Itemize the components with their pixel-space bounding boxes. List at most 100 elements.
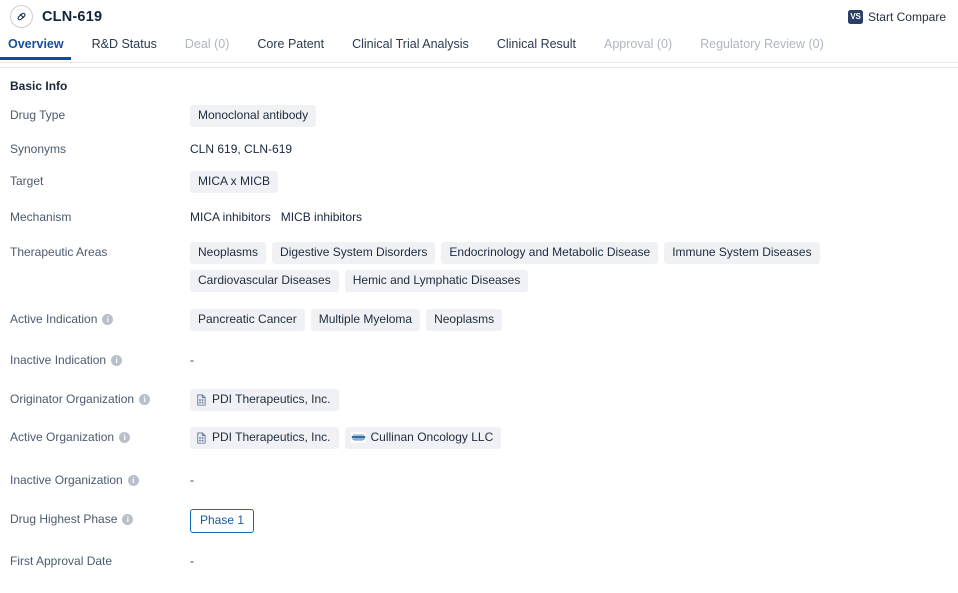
info-icon[interactable]: i [122,514,134,525]
synonyms-text: CLN 619, CLN-619 [190,142,293,156]
header-left-group: CLN-619 [10,5,102,28]
page-header: CLN-619 VS Start Compare [0,0,958,33]
tab-rd-status[interactable]: R&D Status [92,33,157,60]
empty-value: - [190,554,194,568]
label-text: Drug Type [10,108,66,122]
label-active-organization: Active Organization i [10,427,190,445]
tag-active-indication[interactable]: Pancreatic Cancer [190,309,305,331]
value-drug-type: Monoclonal antibody [190,105,958,127]
label-drug-highest-phase: Drug Highest Phase i [10,509,190,527]
label-target: Target [10,171,190,189]
tag-therapeutic-area[interactable]: Immune System Diseases [664,242,820,264]
value-originator-organization: PDI Therapeutics, Inc. [190,389,958,411]
building-doc-icon [197,431,206,444]
tag-active-indication[interactable]: Multiple Myeloma [310,309,421,331]
row-therapeutic-areas: Therapeutic Areas Neoplasms Digestive Sy… [0,242,958,292]
org-chip-cullinan-oncology[interactable]: Cullinan Oncology LLC [344,427,502,449]
label-mechanism: Mechanism [10,207,190,225]
value-inactive-indication: - [190,350,958,367]
start-compare-button[interactable]: VS Start Compare [847,9,946,24]
label-text: Active Organization [10,430,115,444]
row-first-approval-date: First Approval Date - [0,551,958,569]
empty-value: - [190,353,194,367]
label-text: First Approval Date [10,554,113,568]
label-text: Inactive Indication [10,353,107,367]
mechanism-list: MICA inhibitors MICB inhibitors [190,207,362,225]
company-logo-icon [350,432,366,443]
section-title-basic-info: Basic Info [10,79,68,93]
tab-clinical-result[interactable]: Clinical Result [497,33,576,60]
info-icon[interactable]: i [119,432,131,443]
start-compare-label: Start Compare [867,9,946,24]
org-name: Cullinan Oncology LLC [370,430,494,444]
tag-active-indication[interactable]: Neoplasms [426,309,503,331]
tag-therapeutic-area[interactable]: Digestive System Disorders [272,242,436,264]
row-drug-type: Drug Type Monoclonal antibody [0,105,958,127]
value-active-indication: Pancreatic Cancer Multiple Myeloma Neopl… [190,309,958,331]
row-inactive-organization: Inactive Organization i - [0,470,958,488]
row-active-organization: Active Organization i PDI Therapeutics, … [0,427,958,449]
row-inactive-indication: Inactive Indication i - [0,350,958,368]
value-therapeutic-areas: Neoplasms Digestive System Disorders End… [190,242,958,292]
row-drug-highest-phase: Drug Highest Phase i Phase 1 [0,509,958,533]
info-icon[interactable]: i [127,475,139,486]
empty-value: - [190,473,194,487]
page-title: CLN-619 [42,8,103,25]
tag-therapeutic-area[interactable]: Hemic and Lymphatic Diseases [344,270,529,292]
row-target: Target MICA x MICB [0,171,958,193]
tag-drug-type[interactable]: Monoclonal antibody [190,105,317,127]
tab-regulatory-review[interactable]: Regulatory Review (0) [700,33,824,60]
value-drug-highest-phase: Phase 1 [190,509,958,533]
row-active-indication: Active Indication i Pancreatic Cancer Mu… [0,309,958,331]
tag-therapeutic-area[interactable]: Neoplasms [190,242,267,264]
label-inactive-indication: Inactive Indication i [10,350,190,368]
label-synonyms: Synonyms [10,139,190,157]
label-text: Active Indication [10,312,98,326]
label-text: Synonyms [10,142,67,156]
info-icon[interactable]: i [102,314,114,325]
value-synonyms: CLN 619, CLN-619 [190,139,958,156]
label-text: Therapeutic Areas [10,245,108,259]
info-icon[interactable]: i [111,355,123,366]
info-icon[interactable]: i [139,394,151,405]
value-active-organization: PDI Therapeutics, Inc. Cullinan Oncology… [190,427,958,449]
tab-clinical-trial-analysis[interactable]: Clinical Trial Analysis [352,33,469,60]
pill-capsule-icon [10,5,33,28]
label-text: Inactive Organization [10,473,123,487]
label-active-indication: Active Indication i [10,309,190,327]
tab-core-patent[interactable]: Core Patent [257,33,324,60]
tab-bar: Overview R&D Status Deal (0) Core Patent… [0,33,958,63]
status-badge-phase[interactable]: Phase 1 [190,509,255,533]
tag-therapeutic-area[interactable]: Endocrinology and Metabolic Disease [441,242,659,264]
row-synonyms: Synonyms CLN 619, CLN-619 [0,139,958,157]
label-originator-organization: Originator Organization i [10,389,190,407]
org-name: PDI Therapeutics, Inc. [212,430,331,444]
label-drug-type: Drug Type [10,105,190,123]
label-first-approval-date: First Approval Date [10,551,190,569]
tab-overview[interactable]: Overview [0,33,71,60]
tag-target[interactable]: MICA x MICB [190,171,279,193]
tab-deal[interactable]: Deal (0) [185,33,229,60]
row-mechanism: Mechanism MICA inhibitors MICB inhibitor… [0,207,958,225]
basic-info-panel: Basic Info Drug Type Monoclonal antibody… [0,68,958,569]
vs-icon: VS [847,9,863,24]
value-first-approval-date: - [190,551,958,568]
label-text: Target [10,174,44,188]
label-text: Originator Organization [10,392,135,406]
tab-approval[interactable]: Approval (0) [604,33,672,60]
label-inactive-organization: Inactive Organization i [10,470,190,488]
value-mechanism: MICA inhibitors MICB inhibitors [190,207,958,225]
tag-therapeutic-area[interactable]: Cardiovascular Diseases [190,270,339,292]
org-chip-pdi-therapeutics[interactable]: PDI Therapeutics, Inc. [190,427,339,449]
value-target: MICA x MICB [190,171,958,193]
mechanism-item: MICB inhibitors [280,210,363,224]
building-doc-icon [197,393,206,406]
org-name: PDI Therapeutics, Inc. [212,392,331,406]
row-originator-organization: Originator Organization i PDI Therapeuti… [0,389,958,411]
label-text: Drug Highest Phase [10,512,118,526]
value-inactive-organization: - [190,470,958,487]
label-text: Mechanism [10,210,72,224]
mechanism-item: MICA inhibitors [190,210,271,224]
label-therapeutic-areas: Therapeutic Areas [10,242,190,260]
org-chip-pdi-therapeutics[interactable]: PDI Therapeutics, Inc. [190,389,339,411]
